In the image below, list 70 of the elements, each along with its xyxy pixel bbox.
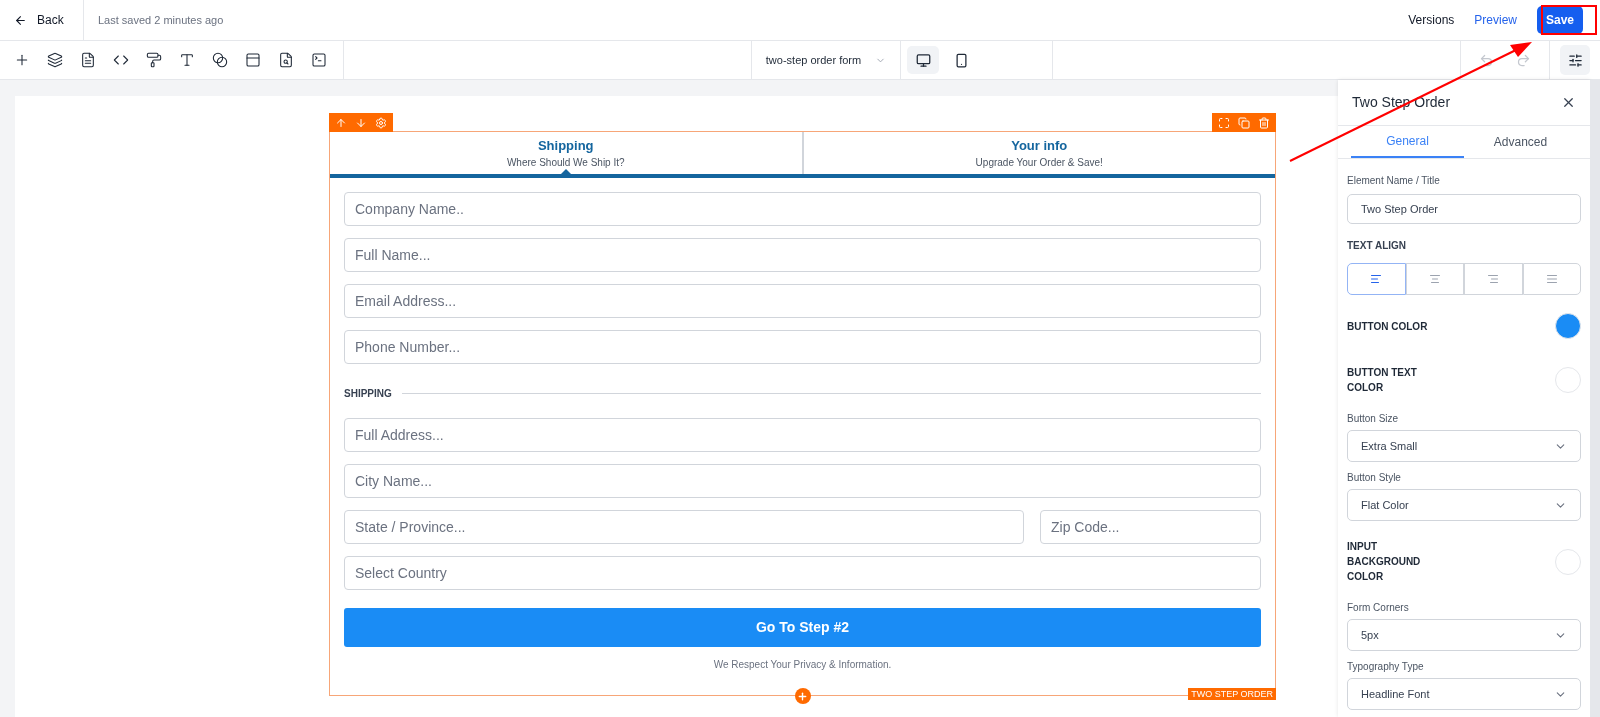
settings-toggle-button[interactable] [1560,45,1590,75]
select-field[interactable]: Extra Small [1347,430,1581,462]
add-icon [797,690,808,702]
text-field[interactable]: Two Step Order [1347,194,1581,224]
section-label: SHIPPING [344,386,392,401]
select-field[interactable]: 5px [1347,619,1581,651]
code-icon[interactable] [113,52,129,68]
back-button[interactable]: Back [0,0,84,40]
section-label: INPUT BACKGROUND COLOR [1347,540,1422,584]
align-option[interactable] [1405,263,1464,295]
circles-icon[interactable] [212,52,228,68]
redo-icon[interactable] [1516,52,1531,68]
preview-link[interactable]: Preview [1474,11,1517,29]
panel-tab[interactable]: Advanced [1464,126,1577,158]
field-label: Form Corners [1347,601,1410,615]
field-label: Button Style [1347,471,1402,485]
color-swatch[interactable] [1555,548,1581,575]
undo-icon[interactable] [1479,52,1494,68]
page-icon[interactable] [80,52,96,68]
panel-title: Two Step Order [1352,93,1451,112]
align-right-icon [1487,273,1500,285]
field-label: Element Name / Title [1347,174,1441,188]
panel-tab[interactable]: General [1351,126,1464,158]
input-field[interactable]: Company Name.. [344,192,1261,226]
select-field[interactable]: Headline Font [1347,678,1581,710]
input-field[interactable]: Full Address... [344,418,1261,452]
document-search-icon[interactable] [278,52,294,68]
expand-icon[interactable] [1218,116,1230,129]
duplicate-icon[interactable] [1238,116,1250,129]
text-icon[interactable] [179,52,195,68]
section-label: TEXT ALIGN [1347,239,1408,253]
select-field[interactable]: Flat Color [1347,489,1581,521]
input-field[interactable]: State / Province... [344,510,1024,544]
delete-icon[interactable] [1258,116,1270,129]
template-select[interactable]: two-step order form [750,41,902,79]
sliders-icon [1567,52,1583,68]
section-label: BUTTON TEXT COLOR [1347,366,1418,395]
add-icon[interactable] [14,52,30,68]
add-element-button[interactable] [794,688,811,704]
layers-icon[interactable] [47,52,63,68]
step-tab[interactable]: Your info Upgrade Your Order & Save! [801,132,1275,174]
align-center-icon [1428,273,1441,285]
highlight-frame [1541,5,1597,35]
section-label: BUTTON COLOR [1347,319,1429,334]
element-tag: TWO STEP ORDER [1188,688,1276,700]
privacy-note: We Respect Your Privacy & Information. [712,658,893,672]
input-field[interactable]: City Name... [344,464,1261,498]
align-option[interactable] [1347,263,1406,295]
field-label: Button Size [1347,412,1400,426]
terminal-icon[interactable] [311,52,327,68]
input-field[interactable]: Zip Code... [1040,510,1261,544]
versions-link[interactable]: Versions [1408,11,1455,29]
paint-roller-icon[interactable] [146,52,162,68]
color-swatch[interactable] [1555,313,1581,339]
input-field[interactable]: Select Country [344,556,1261,590]
back-arrow-icon [14,13,27,27]
input-field[interactable]: Full Name... [344,238,1261,272]
step-tab[interactable]: Shipping Where Should We Ship It? [330,132,802,174]
save-status: Last saved 2 minutes ago [98,12,224,28]
color-swatch[interactable] [1555,367,1581,393]
field-label: Typography Type [1347,660,1425,674]
align-left-icon [1370,273,1383,285]
input-field[interactable]: Email Address... [344,284,1261,318]
move-down-icon[interactable] [355,116,367,129]
desktop-icon[interactable] [907,46,940,74]
settings-icon[interactable] [375,116,387,129]
close-icon[interactable] [1561,95,1576,110]
input-field[interactable]: Phone Number... [344,330,1261,364]
align-justify-icon [1545,273,1558,285]
window-icon[interactable] [245,52,261,68]
